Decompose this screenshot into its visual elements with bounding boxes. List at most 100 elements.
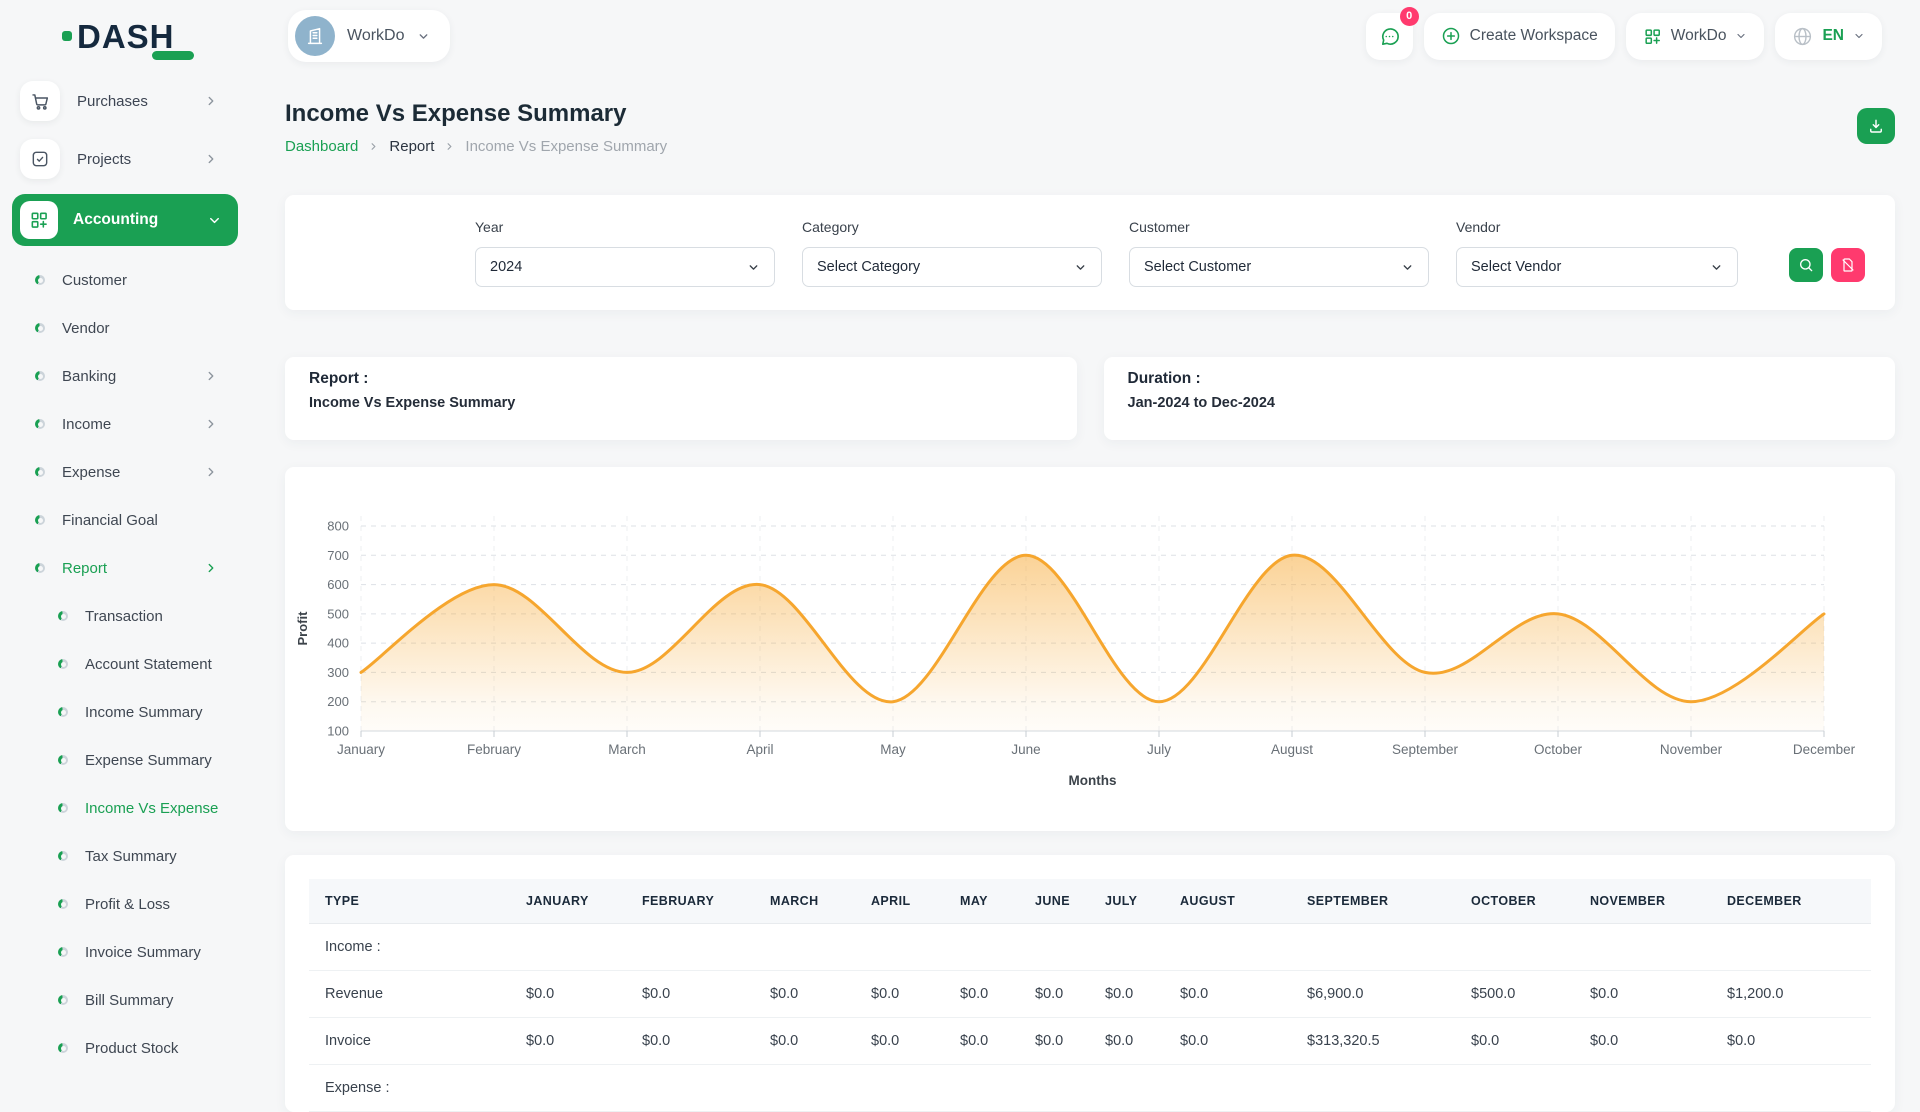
apply-filter-button[interactable] (1789, 248, 1823, 282)
duration-card-value: Jan-2024 to Dec-2024 (1128, 395, 1872, 411)
chat-icon (1378, 25, 1401, 48)
chevron-down-icon (1074, 261, 1087, 274)
table-row-invoice: Invoice$0.0$0.0$0.0$0.0$0.0$0.0$0.0$0.0$… (309, 1018, 1871, 1065)
sidebar-item-projects[interactable]: Projects (20, 136, 228, 182)
sidebar-item-invoice-summary[interactable]: Invoice Summary (0, 928, 240, 976)
workdo-menu-button[interactable]: WorkDo (1626, 13, 1765, 60)
sidebar-item-vendor[interactable]: Vendor (0, 304, 240, 352)
sidebar-item-banking[interactable]: Banking (0, 352, 240, 400)
row-value: $0.0 (944, 971, 1019, 1018)
sidebar-item-tax-summary[interactable]: Tax Summary (0, 832, 240, 880)
sidebar-item-label: Accounting (73, 211, 158, 229)
sidebar-item-label: Customer (62, 272, 127, 289)
chevron-down-icon (747, 261, 760, 274)
column-header-january: JANUARY (510, 879, 626, 924)
row-value: $0.0 (855, 971, 944, 1018)
bullet-icon (58, 707, 68, 717)
page-header: Income Vs Expense Summary Dashboard Repo… (285, 100, 1895, 155)
sidebar-item-transaction[interactable]: Transaction (0, 592, 240, 640)
column-header-july: JULY (1089, 879, 1164, 924)
sidebar-item-account-statement[interactable]: Account Statement (0, 640, 240, 688)
bullet-icon (35, 467, 45, 477)
duration-card-title: Duration : (1128, 370, 1872, 388)
bullet-icon (58, 947, 68, 957)
sidebar-item-purchases[interactable]: Purchases (20, 78, 228, 124)
column-header-november: NOVEMBER (1574, 879, 1711, 924)
sidebar-item-cash-flow[interactable]: Cash Flow (0, 1072, 240, 1080)
vendor-label: Vendor (1456, 219, 1738, 235)
table-row-revenue: Revenue$0.0$0.0$0.0$0.0$0.0$0.0$0.0$0.0$… (309, 971, 1871, 1018)
chevron-down-icon (207, 213, 222, 228)
sidebar-item-income-vs-expense[interactable]: Income Vs Expense (0, 784, 240, 832)
sidebar: Purchases Projects Accounting Customer Vendo… (0, 72, 240, 1080)
sidebar-item-label: Purchases (77, 93, 148, 110)
sidebar-item-expense[interactable]: Expense (0, 448, 240, 496)
chevron-right-icon (204, 465, 218, 479)
language-selector[interactable]: EN (1775, 13, 1882, 60)
sidebar-item-customer[interactable]: Customer (0, 256, 240, 304)
x-tick-label: October (1534, 742, 1583, 757)
column-header-december: DECEMBER (1711, 879, 1871, 924)
profit-area-fill (361, 555, 1824, 731)
logo-dash-icon (152, 51, 194, 60)
row-type: Revenue (309, 971, 510, 1018)
customer-select[interactable]: Select Customer (1129, 247, 1429, 287)
row-value: $0.0 (1019, 1018, 1089, 1065)
y-tick-label: 600 (327, 577, 349, 592)
row-value: $0.0 (1164, 971, 1291, 1018)
sidebar-item-product-stock[interactable]: Product Stock (0, 1024, 240, 1072)
x-tick-label: May (880, 742, 906, 757)
create-workspace-button[interactable]: Create Workspace (1424, 13, 1615, 60)
sidebar-item-label: Vendor (62, 320, 110, 337)
chevron-down-icon (1710, 261, 1723, 274)
sidebar-item-label: Expense Summary (85, 752, 212, 769)
workdo-menu-label: WorkDo (1671, 27, 1727, 45)
brand-logo[interactable]: DASH (0, 20, 240, 53)
messages-button[interactable]: 0 (1366, 13, 1413, 60)
create-workspace-label: Create Workspace (1470, 27, 1598, 45)
grid-plus-icon (20, 201, 58, 239)
column-header-september: SEPTEMBER (1291, 879, 1455, 924)
main-content: Income Vs Expense Summary Dashboard Repo… (240, 72, 1920, 1080)
report-card-title: Report : (309, 370, 1053, 388)
year-select[interactable]: 2024 (475, 247, 775, 287)
filter-card: Year 2024 Category Select Category Custo… (285, 195, 1895, 310)
duration-summary-card: Duration : Jan-2024 to Dec-2024 (1104, 357, 1896, 440)
sidebar-item-income[interactable]: Income (0, 400, 240, 448)
category-select[interactable]: Select Category (802, 247, 1102, 287)
report-card-value: Income Vs Expense Summary (309, 395, 1053, 411)
y-tick-label: 800 (327, 519, 349, 534)
row-value: $0.0 (1711, 1018, 1871, 1065)
sidebar-item-label: Product Stock (85, 1040, 178, 1057)
download-button[interactable] (1857, 108, 1895, 144)
sidebar-item-income-summary[interactable]: Income Summary (0, 688, 240, 736)
sidebar-item-label: Invoice Summary (85, 944, 201, 961)
column-header-february: FEBRUARY (626, 879, 754, 924)
row-value: $0.0 (1019, 971, 1089, 1018)
sidebar-item-bill-summary[interactable]: Bill Summary (0, 976, 240, 1024)
column-header-june: JUNE (1019, 879, 1089, 924)
breadcrumb-report[interactable]: Report (389, 138, 434, 155)
x-tick-label: February (467, 742, 521, 757)
sidebar-item-label: Account Statement (85, 656, 212, 673)
sidebar-item-profit-loss[interactable]: Profit & Loss (0, 880, 240, 928)
plus-circle-icon (1441, 26, 1461, 46)
download-icon (1867, 117, 1885, 135)
breadcrumb-dashboard[interactable]: Dashboard (285, 138, 358, 155)
x-tick-label: March (608, 742, 646, 757)
reset-filter-button[interactable] (1831, 248, 1865, 282)
row-value: $0.0 (1455, 1018, 1574, 1065)
bullet-icon (58, 803, 68, 813)
sidebar-item-accounting[interactable]: Accounting (12, 194, 238, 246)
section-label: Income : (309, 924, 1871, 971)
sidebar-item-expense-summary[interactable]: Expense Summary (0, 736, 240, 784)
vendor-select[interactable]: Select Vendor (1456, 247, 1738, 287)
column-header-may: MAY (944, 879, 1019, 924)
bullet-icon (58, 995, 68, 1005)
row-value: $0.0 (1089, 1018, 1164, 1065)
workspace-switcher[interactable]: WorkDo (288, 10, 450, 62)
sidebar-item-report[interactable]: Report (0, 544, 240, 592)
row-value: $0.0 (510, 1018, 626, 1065)
sidebar-item-financial-goal[interactable]: Financial Goal (0, 496, 240, 544)
logo-text: DASH (77, 20, 175, 53)
